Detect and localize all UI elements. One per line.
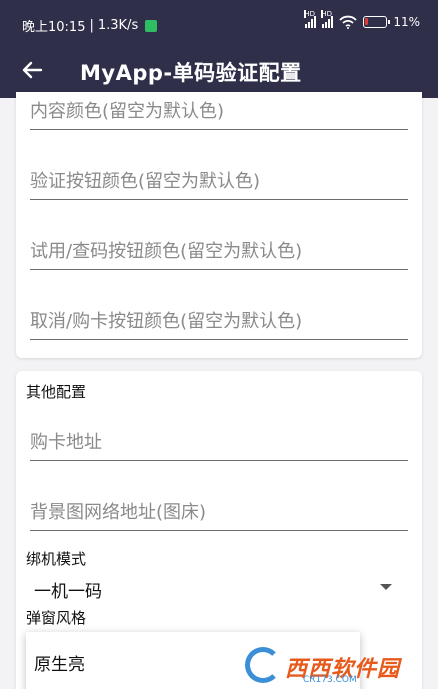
app-bar: 晚上10:15 | 1.3K/s HD HD 11% MyApp-单码验证配置 [0, 0, 438, 98]
buy-card-url-placeholder: 购卡地址 [30, 432, 102, 453]
sim1-hd-label: HD [304, 10, 315, 18]
buy-card-url-field[interactable]: 购卡地址 [30, 427, 408, 461]
dialog-style-option[interactable]: 原生亮 [34, 650, 85, 675]
verify-button-color-placeholder: 验证按钮颜色(留空为默认色) [30, 171, 261, 192]
notification-app-icon [145, 19, 158, 32]
background-image-url-field[interactable]: 背景图网络地址(图床) [30, 497, 408, 531]
content-color-field[interactable]: 内容颜色(留空为默认色) [30, 96, 408, 130]
signal-sim2-icon: HD [321, 10, 334, 28]
back-arrow-icon[interactable] [18, 56, 46, 84]
toolbar: MyApp-单码验证配置 [0, 44, 438, 98]
cancel-button-color-placeholder: 取消/购卡按钮颜色(留空为默认色) [30, 311, 303, 332]
cancel-button-color-field[interactable]: 取消/购卡按钮颜色(留空为默认色) [30, 306, 408, 340]
site-watermark: 西西软件园 CR173.COM [245, 645, 435, 687]
battery-icon [363, 16, 391, 28]
sim2-hd-label: HD [321, 10, 332, 18]
page-title: MyApp-单码验证配置 [80, 61, 302, 85]
bind-mode-value: 一机一码 [34, 582, 102, 602]
dialog-style-label: 弹窗风格 [26, 609, 87, 627]
watermark-url: CR173.COM [303, 675, 357, 685]
status-separator: | [89, 18, 94, 33]
other-config-title: 其他配置 [26, 383, 87, 401]
wifi-icon [339, 15, 357, 29]
watermark-logo-icon [245, 647, 281, 683]
content-color-placeholder: 内容颜色(留空为默认色) [30, 101, 225, 122]
network-speed: 1.3K/s [97, 18, 139, 33]
verify-button-color-field[interactable]: 验证按钮颜色(留空为默认色) [30, 166, 408, 200]
signal-sim1-icon: HD [304, 10, 317, 28]
status-time: 晚上10:15 [22, 20, 86, 35]
bind-mode-label: 绑机模式 [26, 550, 87, 568]
background-image-url-placeholder: 背景图网络地址(图床) [30, 502, 207, 523]
battery-percent: 11% [393, 15, 420, 29]
dropdown-arrow-icon[interactable] [380, 584, 392, 590]
trial-button-color-field[interactable]: 试用/查码按钮颜色(留空为默认色) [30, 236, 408, 270]
trial-button-color-placeholder: 试用/查码按钮颜色(留空为默认色) [30, 241, 303, 262]
status-bar: 晚上10:15 | 1.3K/s HD HD 11% [0, 0, 438, 44]
bind-mode-select[interactable]: 一机一码 [30, 574, 408, 602]
